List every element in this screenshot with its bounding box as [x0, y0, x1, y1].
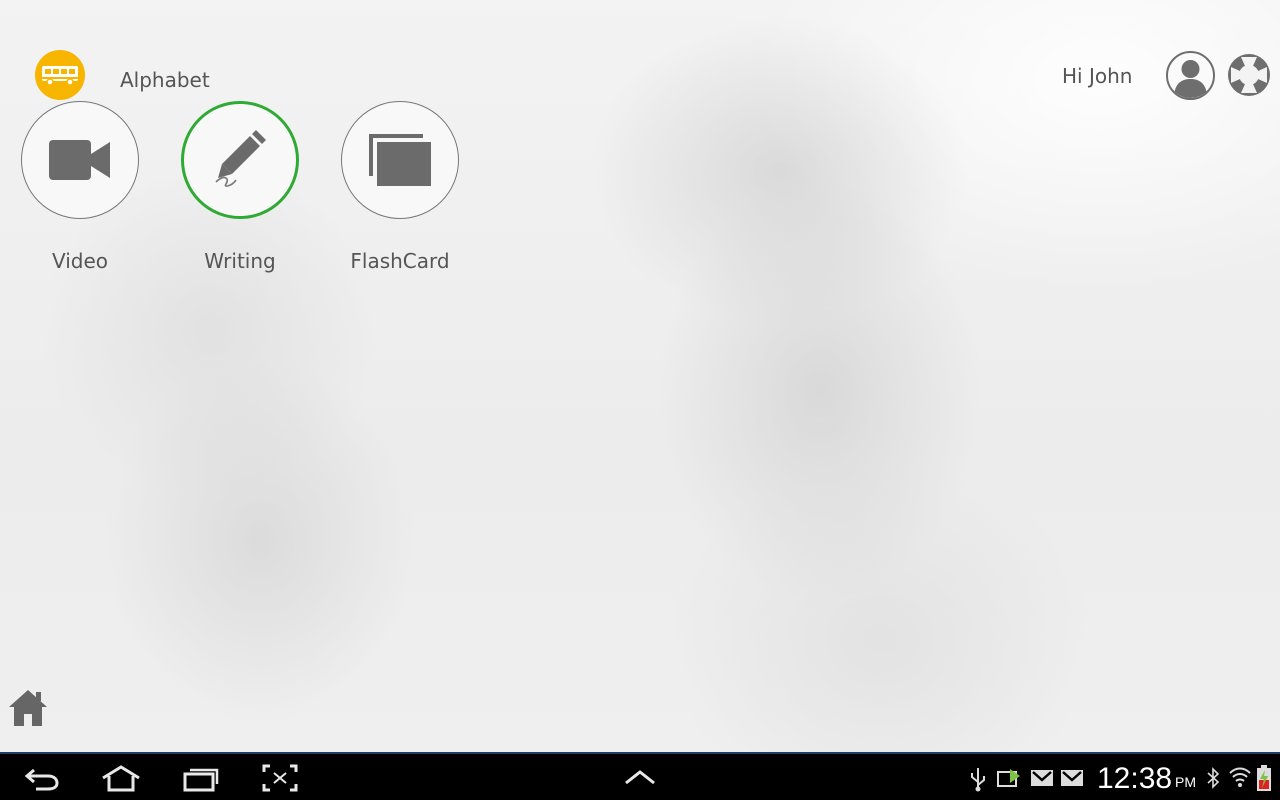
menu-item-video[interactable]: Video	[21, 101, 139, 291]
lifebuoy-icon	[1228, 54, 1270, 96]
video-button[interactable]	[21, 101, 139, 219]
sync-icon	[997, 769, 1020, 787]
gmail-icon	[1061, 770, 1083, 786]
home-icon	[9, 690, 47, 726]
gmail-icon	[1031, 770, 1053, 786]
flashcards-icon	[369, 134, 431, 186]
chevron-up-icon[interactable]	[624, 768, 656, 786]
system-navigation-bar: 12:38 PM	[0, 752, 1280, 800]
video-camera-icon	[49, 140, 110, 180]
home-nav-icon[interactable]	[100, 764, 142, 792]
help-button[interactable]	[1226, 52, 1272, 98]
battery-charging-icon	[1257, 765, 1271, 791]
clock-ampm: PM	[1175, 774, 1196, 790]
menu-item-flashcard[interactable]: FlashCard	[341, 101, 459, 291]
user-avatar-icon	[1174, 60, 1207, 98]
menu-label: FlashCard	[350, 249, 450, 273]
recent-apps-icon[interactable]	[182, 764, 220, 792]
flashcard-button[interactable]	[341, 101, 459, 219]
usb-icon	[971, 768, 985, 792]
user-greeting: Hi John	[1062, 64, 1133, 88]
clock-time: 12:38	[1097, 762, 1173, 795]
writing-button[interactable]	[181, 101, 299, 219]
back-icon[interactable]	[24, 766, 60, 792]
pencil-icon	[215, 130, 266, 187]
menu-item-writing[interactable]: Writing	[181, 101, 299, 291]
bluetooth-icon	[1207, 767, 1220, 789]
app-logo[interactable]	[35, 50, 85, 100]
menu-label: Video	[51, 249, 109, 273]
avatar[interactable]	[1166, 51, 1215, 100]
home-button[interactable]	[7, 688, 49, 728]
wifi-icon	[1229, 767, 1251, 787]
screenshot-icon[interactable]	[262, 764, 298, 792]
app-title: Alphabet	[120, 68, 210, 92]
menu-label: Writing	[204, 249, 276, 273]
school-bus-icon	[42, 66, 78, 86]
